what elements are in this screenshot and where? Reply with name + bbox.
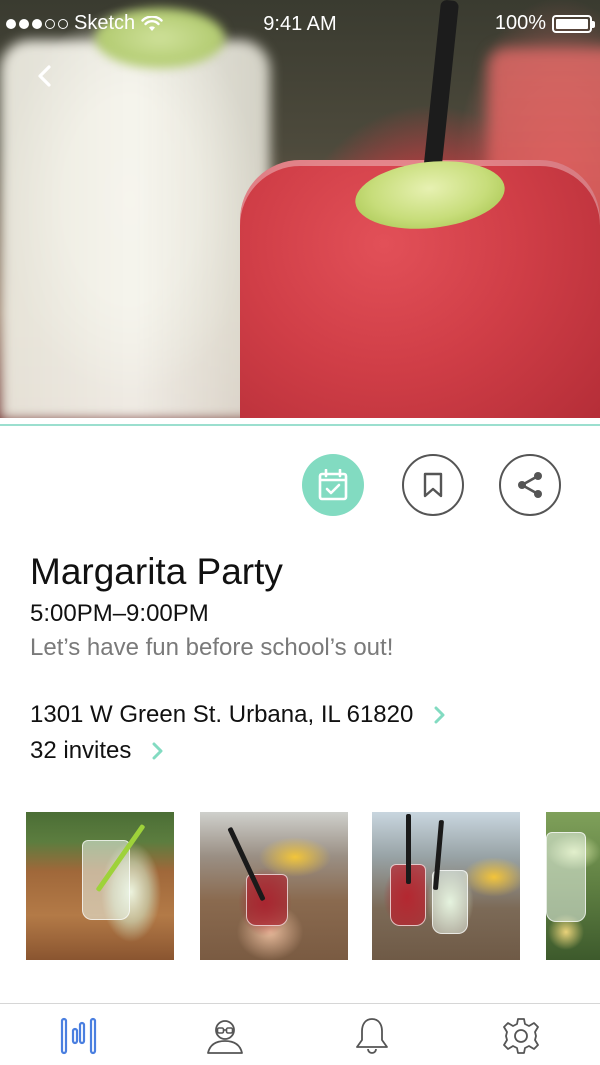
chevron-right-icon [434, 706, 445, 724]
tab-notifications[interactable] [350, 1014, 394, 1058]
status-bar: Sketch 9:41 AM 100% [0, 0, 600, 48]
calendar-check-icon [318, 469, 348, 501]
event-description: Let’s have fun before school’s out! [30, 634, 394, 661]
hero-divider [0, 424, 600, 426]
gear-icon [503, 1018, 539, 1054]
address-text: 1301 W Green St. Urbana, IL 61820 [30, 701, 414, 728]
gallery-photo[interactable] [372, 812, 520, 960]
status-right: 100% [494, 12, 595, 35]
address-link[interactable]: 1301 W Green St. Urbana, IL 61820 [30, 701, 445, 729]
photo-gallery[interactable] [0, 812, 600, 960]
add-to-calendar-button[interactable] [302, 454, 364, 516]
chevron-left-icon [38, 65, 51, 87]
tab-profile[interactable] [203, 1014, 247, 1058]
tab-feed[interactable] [56, 1014, 100, 1058]
gallery-photo[interactable] [200, 812, 348, 960]
hero-image [0, 0, 600, 418]
hero-glass-back [0, 40, 270, 418]
gallery-photo[interactable] [546, 812, 600, 960]
battery-icon [552, 14, 595, 33]
battery-percent: 100% [494, 12, 546, 34]
tab-settings[interactable] [499, 1014, 543, 1058]
back-button[interactable] [28, 58, 64, 94]
feed-icon [60, 1017, 97, 1055]
bell-icon [356, 1018, 388, 1054]
gallery-photo[interactable] [26, 812, 174, 960]
event-title: Margarita Party [30, 551, 283, 592]
event-time: 5:00PM–9:00PM [30, 600, 209, 627]
share-button[interactable] [499, 454, 561, 516]
invites-link[interactable]: 32 invites [30, 737, 163, 765]
share-icon [518, 472, 542, 498]
profile-icon [207, 1020, 243, 1054]
chevron-right-icon [152, 742, 163, 760]
bookmark-icon [423, 472, 443, 498]
invites-text: 32 invites [30, 737, 132, 764]
tab-bar [0, 1003, 600, 1065]
bookmark-button[interactable] [402, 454, 464, 516]
